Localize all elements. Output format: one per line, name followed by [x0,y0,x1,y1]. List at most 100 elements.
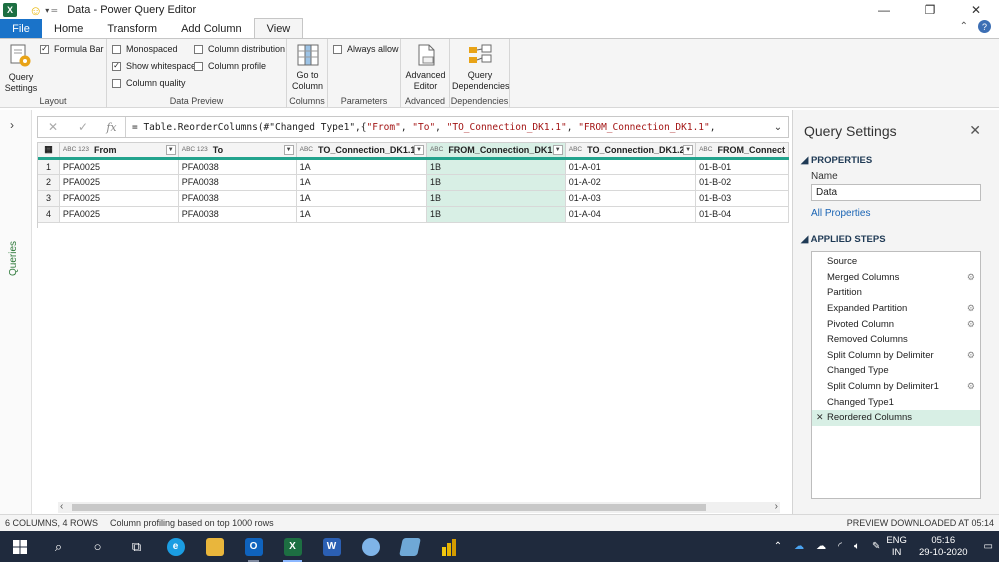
cell[interactable]: 01-A-03 [565,190,697,207]
search-icon[interactable]: ⌕ [39,531,78,562]
smiley-feedback-icon[interactable]: ☺ [29,3,42,18]
tab-file[interactable]: File [0,19,42,38]
type-icon[interactable]: ABC [699,147,712,154]
advanced-editor-button[interactable]: Advanced Editor [403,43,448,92]
close-query-settings-icon[interactable]: ✕ [969,122,981,139]
step-settings-gear-icon[interactable]: ⚙ [967,381,975,392]
go-to-column-button[interactable]: Go to Column [289,43,326,92]
applied-step[interactable]: Split Column by Delimiter1 ⚙ [812,379,980,395]
cell[interactable]: 01-B-01 [695,158,789,175]
cell[interactable]: PFA0025 [59,158,179,175]
query-name-input[interactable]: Data [811,184,981,201]
all-properties-link[interactable]: All Properties [811,208,870,219]
cell[interactable]: 01-B-03 [695,190,789,207]
monospaced-checkbox[interactable]: Monospaced [112,44,178,54]
row-number[interactable]: 4 [38,206,60,223]
cell[interactable]: 1B [426,158,566,175]
table-row[interactable]: 4 PFA0025 PFA0038 1A 1B 01-A-04 01-B-04 [38,206,789,223]
cell[interactable]: PFA0038 [178,206,297,223]
column-header-to-connection-dk1-1[interactable]: ABC TO_Connection_DK1.1 ▼ [296,143,427,160]
pen-icon[interactable]: ✎ [872,541,880,552]
column-filter-dropdown-icon[interactable]: ▼ [165,145,176,155]
show-whitespace-checkbox[interactable]: ✓ Show whitespace [112,61,196,71]
column-quality-checkbox[interactable]: Column quality [112,78,186,88]
table-menu-icon[interactable]: ▦ [38,143,60,160]
collapse-ribbon-icon[interactable]: ⌃ [960,21,968,32]
column-header-to-connection-dk1-2[interactable]: ABC TO_Connection_DK1.2 ▼ [565,143,697,160]
cell[interactable]: 1A [296,206,427,223]
fx-icon[interactable]: fx [98,117,126,137]
table-row[interactable]: 2 PFA0025 PFA0038 1A 1B 01-A-02 01-B-02 [38,174,789,191]
cell[interactable]: PFA0025 [59,190,179,207]
task-view-icon[interactable]: ⧉ [117,531,156,562]
cell[interactable]: PFA0038 [178,158,297,175]
formula-bar-checkbox[interactable]: ✓ Formula Bar [40,44,104,54]
row-number[interactable]: 2 [38,174,60,191]
onedrive-icon[interactable]: ☁ [794,541,804,552]
excel-taskbar-icon[interactable]: X [273,531,312,562]
applied-step[interactable]: Removed Columns [812,332,980,348]
restore-button[interactable]: ❐ [907,0,953,20]
applied-step[interactable]: Merged Columns ⚙ [812,270,980,286]
tab-home[interactable]: Home [42,19,95,38]
tab-view[interactable]: View [253,18,304,38]
column-distribution-checkbox[interactable]: Column distribution [194,44,285,54]
type-icon[interactable]: ABC [300,147,313,154]
outlook-icon[interactable]: O [234,531,273,562]
column-header-to[interactable]: ABC 123 To ▼ [178,143,297,160]
query-settings-button[interactable]: Query Settings [4,43,38,94]
clock[interactable]: 05:16 29-10-2020 [919,535,968,559]
status-profiling[interactable]: Column profiling based on top 1000 rows [110,518,274,528]
cell[interactable]: PFA0025 [59,206,179,223]
cell[interactable]: PFA0025 [59,174,179,191]
step-settings-gear-icon[interactable]: ⚙ [967,350,975,361]
column-header-from-connection-dk1-1[interactable]: ABC FROM_Connection_DK1.1 ▼ [426,143,566,160]
column-header-from-connect[interactable]: ABC FROM_Connect [695,143,789,160]
cell[interactable]: 1B [426,190,566,207]
applied-step[interactable]: Partition [812,285,980,301]
notepad-icon[interactable] [390,531,429,562]
applied-step[interactable]: Changed Type1 [812,394,980,410]
cell[interactable]: 1A [296,190,427,207]
cell[interactable]: 01-A-02 [565,174,697,191]
applied-step[interactable]: Pivoted Column ⚙ [812,316,980,332]
applied-step[interactable]: Source [812,254,980,270]
scroll-left-icon[interactable]: ‹ [60,501,63,512]
applied-step[interactable]: Changed Type [812,363,980,379]
row-number[interactable]: 1 [38,158,60,175]
help-icon[interactable]: ? [978,20,991,33]
quick-access-dropdown-icon[interactable]: ▾ ═ [45,6,57,15]
minimize-button[interactable]: — [861,0,907,20]
close-button[interactable]: ✕ [953,0,999,20]
show-hidden-icons-icon[interactable]: ⌃ [774,541,782,552]
applied-step[interactable]: ✕ Reordered Columns [812,409,980,426]
step-settings-gear-icon[interactable]: ⚙ [967,303,975,314]
windows-start-icon[interactable] [0,531,39,562]
cortana-icon[interactable]: ○ [78,531,117,562]
column-filter-dropdown-icon[interactable]: ▼ [283,145,294,155]
paint-icon[interactable] [351,531,390,562]
table-row[interactable]: 1 PFA0025 PFA0038 1A 1B 01-A-01 01-B-01 [38,158,789,175]
type-icon[interactable]: ABC [569,147,582,154]
wifi-icon[interactable]: ◜ [838,541,842,552]
cell[interactable]: 01-A-04 [565,206,697,223]
cell[interactable]: 1A [296,158,427,175]
expand-queries-icon[interactable]: › [10,118,14,132]
table-row[interactable]: 3 PFA0025 PFA0038 1A 1B 01-A-03 01-B-03 [38,190,789,207]
column-profile-checkbox[interactable]: Column profile [194,61,266,71]
expand-formula-chevron-down-icon[interactable]: ⌄ [768,122,788,133]
cell[interactable]: 1A [296,174,427,191]
type-icon[interactable]: ABC 123 [182,147,208,154]
cell[interactable]: 01-B-02 [695,174,789,191]
delete-step-icon[interactable]: ✕ [816,412,824,423]
row-number[interactable]: 3 [38,190,60,207]
file-explorer-icon[interactable] [195,531,234,562]
column-filter-dropdown-icon[interactable]: ▼ [552,145,563,155]
cell[interactable]: PFA0038 [178,190,297,207]
cell[interactable]: 1B [426,206,566,223]
notifications-icon[interactable]: ▭ [984,541,993,552]
commit-formula-icon[interactable]: ✓ [68,117,98,137]
cell[interactable]: PFA0038 [178,174,297,191]
cell[interactable]: 01-A-01 [565,158,697,175]
scroll-right-icon[interactable]: › [775,501,778,512]
